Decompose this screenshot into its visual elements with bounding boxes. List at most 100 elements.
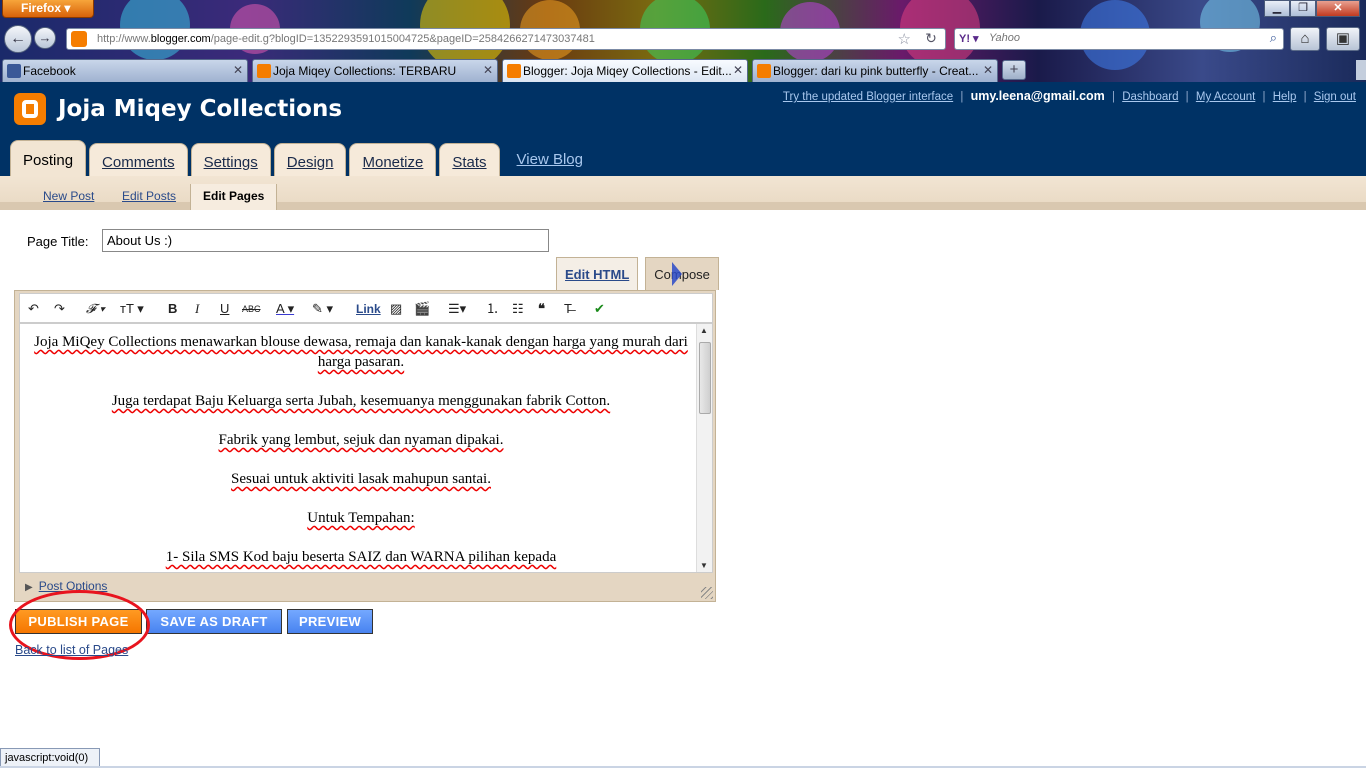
strikethrough-icon[interactable]: ABC	[242, 300, 261, 318]
insert-video-icon[interactable]: 🎬	[414, 300, 430, 318]
link-button[interactable]: Link	[356, 300, 381, 318]
edit-posts-link[interactable]: Edit Posts	[122, 189, 176, 203]
blogger-favicon-icon	[757, 64, 771, 78]
bookmark-star-icon[interactable]: ☆	[898, 30, 911, 48]
tab-posting[interactable]: Posting	[10, 140, 87, 176]
editor-mode-tabs: Edit HTML Compose	[556, 257, 719, 290]
content-paragraph: Joja MiQey Collections menawarkan blouse…	[34, 334, 688, 370]
compose-tab[interactable]: Compose	[645, 257, 719, 290]
search-bar[interactable]: Y! ▾ ⌕	[954, 28, 1284, 50]
content-paragraph: Juga terdapat Baju Keluarga serta Jubah,…	[111, 393, 611, 409]
new-tab-icon[interactable]: +	[1002, 60, 1026, 80]
tab-pink-butterfly[interactable]: Blogger: dari ku pink butterfly - Creat.…	[752, 59, 998, 82]
tab-blogger-edit[interactable]: Blogger: Joja Miqey Collections - Edit..…	[502, 59, 748, 82]
blogger-favicon-icon	[257, 64, 271, 78]
italic-icon[interactable]: I	[195, 300, 199, 318]
restore-icon[interactable]: ❐	[1290, 0, 1316, 17]
save-as-draft-button[interactable]: SAVE AS DRAFT	[146, 609, 282, 634]
tab-facebook[interactable]: Facebook ✕	[2, 59, 248, 82]
editor-toolbar: ↶ ↷ 𝓕 ▾ тT ▾ B I U ABC A ▾ ✎ ▾ Link ▨ 🎬 …	[19, 293, 713, 323]
browser-status-bar: javascript:void(0)	[0, 748, 100, 768]
browser-chrome: Firefox ▾ ▁ ❐ ✕ ← → http://www.blogger.c…	[0, 0, 1366, 82]
search-icon[interactable]: ⌕	[1270, 30, 1277, 46]
tab-settings[interactable]: Settings	[190, 143, 271, 176]
editor-scrollbar[interactable]: ▲ ▼	[696, 324, 712, 572]
blogger-header: Joja Miqey Collections Try the updated B…	[0, 82, 1366, 176]
align-icon[interactable]: ☰▾	[448, 300, 466, 318]
bold-icon[interactable]: B	[168, 300, 177, 318]
redo-icon[interactable]: ↷	[54, 300, 65, 318]
back-to-pages-link[interactable]: Back to list of Pages	[15, 643, 128, 657]
tab-label: Blogger: dari ku pink butterfly - Creat.…	[773, 64, 979, 78]
dashboard-link[interactable]: Dashboard	[1122, 91, 1178, 103]
reload-icon[interactable]: ↻	[921, 30, 941, 48]
font-family-icon[interactable]: 𝓕 ▾	[86, 300, 105, 318]
tab-design[interactable]: Design	[273, 143, 347, 176]
minimize-icon[interactable]: ▁	[1264, 0, 1290, 17]
tab-label: Joja Miqey Collections: TERBARU	[273, 64, 457, 78]
firefox-menu-label: Firefox	[21, 1, 62, 15]
content-paragraph: Sesuai untuk aktiviti lasak mahupun sant…	[231, 471, 491, 487]
blogger-favicon-icon	[71, 31, 87, 47]
home-icon[interactable]: ⌂	[1290, 27, 1320, 51]
close-window-icon[interactable]: ✕	[1316, 0, 1360, 17]
tab-label: Blogger: Joja Miqey Collections - Edit..…	[523, 64, 732, 78]
new-post-link[interactable]: New Post	[43, 189, 94, 203]
back-arrow-icon[interactable]: ←	[4, 25, 32, 53]
text-color-icon[interactable]: A ▾	[276, 300, 294, 318]
user-email: umy.leena@gmail.com	[970, 89, 1105, 103]
blogger-logo-icon[interactable]	[14, 93, 46, 125]
tab-stats[interactable]: Stats	[439, 143, 500, 176]
underline-icon[interactable]: U	[220, 300, 229, 318]
view-blog-link[interactable]: View Blog	[517, 151, 583, 176]
sign-out-link[interactable]: Sign out	[1314, 91, 1356, 103]
editor-content[interactable]: Joja MiQey Collections menawarkan blouse…	[19, 323, 713, 573]
tab-comments[interactable]: Comments	[89, 143, 188, 176]
my-account-link[interactable]: My Account	[1196, 91, 1255, 103]
scroll-up-icon[interactable]: ▲	[700, 326, 708, 335]
window-controls: ▁ ❐ ✕	[1264, 0, 1360, 17]
addon-icon[interactable]: ▣	[1326, 27, 1360, 51]
facebook-favicon-icon	[7, 64, 21, 78]
page-title-input[interactable]	[102, 229, 549, 252]
firefox-menu-button[interactable]: Firefox ▾	[2, 0, 94, 18]
spellcheck-icon[interactable]: ✔	[594, 300, 605, 318]
rich-text-editor: ↶ ↷ 𝓕 ▾ тT ▾ B I U ABC A ▾ ✎ ▾ Link ▨ 🎬 …	[14, 290, 716, 602]
blockquote-icon[interactable]: ❝	[538, 300, 545, 318]
bullet-list-icon[interactable]: ☷	[512, 300, 524, 318]
edit-pages-tab[interactable]: Edit Pages	[190, 184, 278, 210]
edit-html-tab[interactable]: Edit HTML	[556, 257, 639, 290]
url-text: http://www.blogger.com/page-edit.g?blogI…	[97, 33, 595, 45]
tab-monetize[interactable]: Monetize	[349, 143, 437, 176]
main-tabs: Posting Comments Settings Design Monetiz…	[10, 140, 583, 176]
resize-grip-icon[interactable]	[701, 587, 713, 599]
tab-close-icon[interactable]: ✕	[483, 63, 493, 77]
tab-list-button[interactable]	[1356, 60, 1366, 80]
blogger-favicon-icon	[507, 64, 521, 78]
yahoo-engine-icon[interactable]: Y! ▾	[959, 32, 979, 45]
tab-bar: Facebook ✕ Joja Miqey Collections: TERBA…	[0, 58, 1366, 82]
content-paragraph: 1- Sila SMS Kod baju beserta SAIZ dan WA…	[165, 549, 557, 565]
insert-image-icon[interactable]: ▨	[390, 300, 402, 318]
posting-subnav: New Post Edit Posts Edit Pages	[0, 176, 1366, 210]
forward-arrow-icon[interactable]: →	[34, 27, 56, 49]
remove-formatting-icon[interactable]: T̶	[564, 300, 572, 318]
preview-button[interactable]: PREVIEW	[287, 609, 373, 634]
tab-joja-terbaru[interactable]: Joja Miqey Collections: TERBARU ✕	[252, 59, 498, 82]
mouse-cursor-icon	[672, 262, 682, 286]
try-updated-interface-link[interactable]: Try the updated Blogger interface	[783, 91, 953, 103]
help-link[interactable]: Help	[1273, 91, 1297, 103]
scrollbar-thumb[interactable]	[699, 342, 711, 414]
undo-icon[interactable]: ↶	[28, 300, 39, 318]
tab-close-icon[interactable]: ✕	[983, 63, 993, 77]
tab-label: Facebook	[23, 64, 76, 78]
numbered-list-icon[interactable]: ⒈	[486, 300, 499, 318]
url-bar[interactable]: http://www.blogger.com/page-edit.g?blogI…	[66, 28, 946, 50]
search-input[interactable]	[989, 32, 1239, 44]
scroll-down-icon[interactable]: ▼	[700, 561, 708, 570]
content-paragraph: Fabrik yang lembut, sejuk dan nyaman dip…	[218, 432, 504, 448]
tab-close-icon[interactable]: ✕	[233, 63, 243, 77]
highlight-color-icon[interactable]: ✎ ▾	[312, 300, 333, 318]
font-size-icon[interactable]: тT ▾	[120, 300, 144, 318]
tab-close-icon[interactable]: ✕	[733, 63, 743, 77]
